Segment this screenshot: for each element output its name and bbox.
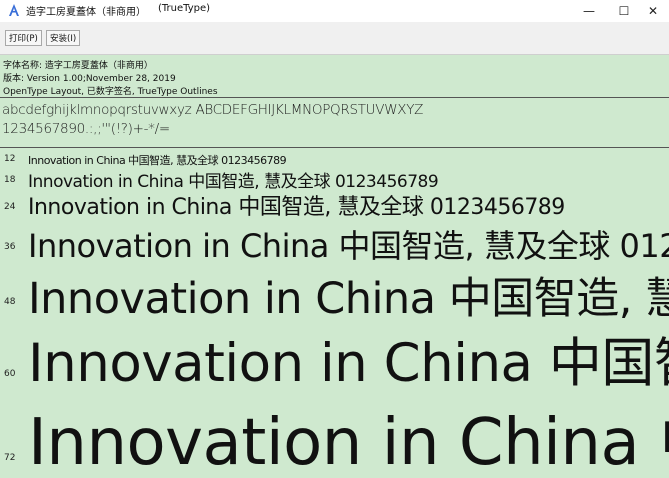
font-outline-line: OpenType Layout, 已数字签名, TrueType Outline… [3, 87, 218, 97]
size-label-60: 60 [4, 369, 16, 379]
sample-24: Innovation in China 中国智造, 慧及全球 012345678… [28, 195, 565, 220]
charset-digits: 1234567890.:,;'"(!?)+-*/= [2, 121, 170, 137]
sample-60: Innovation in China 中国智造, 慧及全球 012345678… [28, 333, 669, 394]
divider [0, 97, 669, 98]
font-name-line: 字体名称: 造字工房夏蓋体（非商用） [3, 61, 153, 71]
install-button[interactable]: 安装(I) [46, 30, 81, 46]
window-title-name: 造字工房夏蓋体（非商用） [26, 7, 146, 18]
size-label-48: 48 [4, 297, 16, 307]
charset-letters: abcdefghijklmnopqrstuvwxyz ABCDEFGHIJKLM… [2, 102, 424, 118]
window-title: 造字工房夏蓋体（非商用） (TrueType) [26, 3, 210, 18]
size-label-36: 36 [4, 242, 16, 252]
size-label-24: 24 [4, 202, 16, 212]
window-title-suffix: (TrueType) [158, 3, 211, 14]
maximize-button[interactable]: ☐ [608, 0, 640, 22]
print-button[interactable]: 打印(P) [5, 30, 42, 46]
sample-36: Innovation in China 中国智造, 慧及全球 012345678… [28, 227, 669, 265]
font-viewer-icon [9, 4, 19, 16]
toolbar: 打印(P) 安装(I) [0, 22, 669, 55]
close-icon: ✕ [647, 4, 659, 18]
minimize-button[interactable]: — [573, 0, 605, 22]
maximize-icon: ☐ [618, 4, 630, 18]
divider [0, 147, 669, 148]
sample-12: Innovation in China 中国智造, 慧及全球 012345678… [28, 154, 287, 167]
sample-48: Innovation in China 中国智造, 慧及全球 012345678… [28, 274, 669, 324]
close-button[interactable]: ✕ [637, 0, 669, 22]
title-bar: 造字工房夏蓋体（非商用） (TrueType) — ☐ ✕ [0, 0, 669, 22]
size-label-18: 18 [4, 175, 16, 185]
size-label-72: 72 [4, 453, 16, 463]
sample-72: Innovation in China 中国智造, 慧及全球 012345678… [28, 406, 669, 478]
font-version-line: 版本: Version 1.00;November 28, 2019 [3, 74, 176, 84]
size-label-12: 12 [4, 154, 16, 164]
minimize-icon: — [583, 4, 595, 18]
font-preview-pane[interactable]: 字体名称: 造字工房夏蓋体（非商用） 版本: Version 1.00;Nove… [0, 55, 669, 478]
